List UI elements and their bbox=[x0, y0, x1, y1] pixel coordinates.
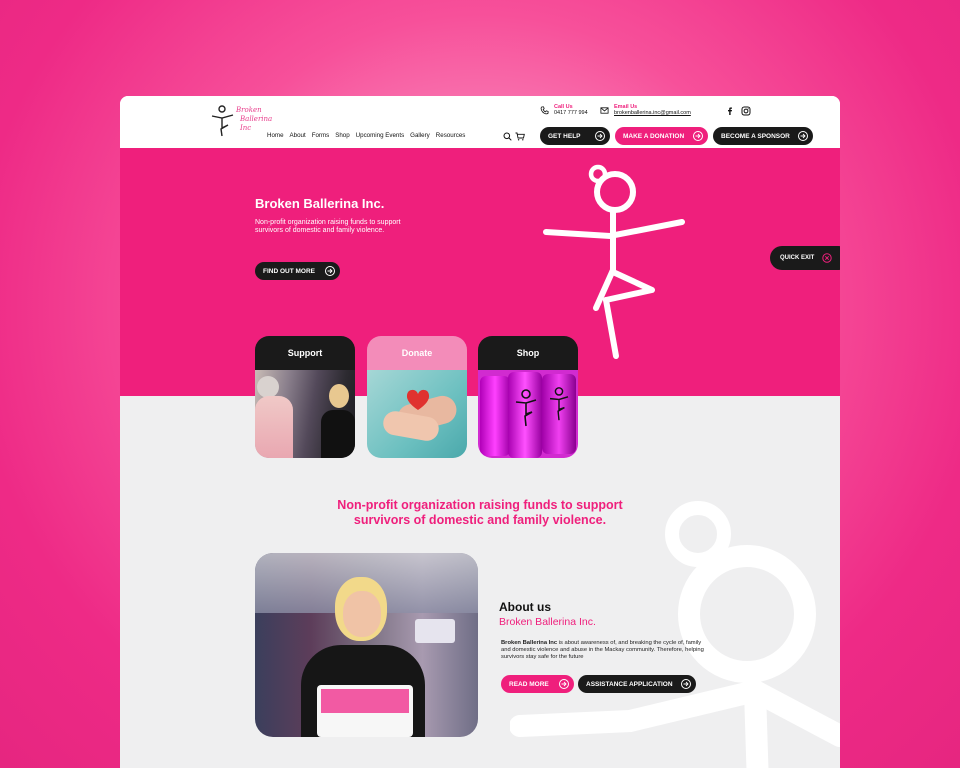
quick-exit-button[interactable]: QUICK EXIT bbox=[770, 246, 840, 270]
tagline-line-2: survivors of domestic and family violenc… bbox=[353, 513, 607, 527]
ballerina-logo-icon bbox=[211, 105, 234, 137]
shop-tile-label: Shop bbox=[478, 336, 578, 370]
about-body-bold: Broken Ballerina Inc bbox=[501, 640, 558, 646]
arrow-right-icon bbox=[681, 679, 691, 689]
call-us[interactable]: Call Us 0417 777 994 bbox=[540, 104, 588, 116]
nav-about[interactable]: About bbox=[290, 132, 306, 139]
mail-icon bbox=[600, 107, 609, 114]
cart-icon[interactable] bbox=[515, 132, 525, 141]
hero-subtitle: Non-profit organization raising funds to… bbox=[255, 219, 401, 234]
can-figure-icon bbox=[549, 387, 569, 421]
support-tile-label: Support bbox=[255, 336, 355, 370]
tagline: Non-profit organization raising funds to… bbox=[120, 498, 840, 528]
about-body: Broken Ballerina Inc is about awareness … bbox=[501, 640, 706, 661]
become-sponsor-button[interactable]: BECOME A SPONSOR bbox=[713, 127, 813, 145]
logo-word-2: Ballerina bbox=[240, 115, 273, 123]
logo-word-1: Broken bbox=[236, 106, 262, 114]
about-subtitle: Broken Ballerina Inc. bbox=[499, 616, 596, 628]
heart-icon bbox=[406, 389, 430, 410]
donate-tile[interactable]: Donate bbox=[367, 336, 467, 458]
assistance-application-label: ASSISTANCE APPLICATION bbox=[586, 680, 673, 688]
tagline-line-1: Non-profit organization raising funds to… bbox=[337, 498, 623, 512]
find-out-more-button[interactable]: FIND OUT MORE bbox=[255, 262, 340, 280]
support-photo bbox=[255, 370, 355, 458]
arrow-right-icon bbox=[595, 131, 605, 141]
website-card: Broken Ballerina Inc Home About Forms Sh… bbox=[120, 96, 840, 768]
read-more-button[interactable]: READ MORE bbox=[501, 675, 574, 693]
site-header: Broken Ballerina Inc Home About Forms Sh… bbox=[120, 96, 840, 148]
email-value[interactable]: brokenballerina.inc@gmail.com bbox=[614, 110, 691, 116]
make-donation-button[interactable]: MAKE A DONATION bbox=[615, 127, 708, 145]
become-sponsor-label: BECOME A SPONSOR bbox=[721, 132, 790, 140]
ballerina-watermark bbox=[510, 501, 840, 768]
nav-resources[interactable]: Resources bbox=[436, 132, 466, 139]
arrow-right-icon bbox=[559, 679, 569, 689]
find-out-more-label: FIND OUT MORE bbox=[263, 267, 315, 275]
nav-home[interactable]: Home bbox=[267, 132, 284, 139]
arrow-right-icon bbox=[693, 131, 703, 141]
nav-shop[interactable]: Shop bbox=[335, 132, 349, 139]
phone-icon bbox=[540, 106, 549, 115]
donate-photo bbox=[367, 370, 467, 458]
email-us[interactable]: Email Us brokenballerina.inc@gmail.com bbox=[600, 104, 691, 116]
about-title: About us bbox=[499, 600, 551, 614]
hero-title: Broken Ballerina Inc. bbox=[255, 196, 385, 211]
call-value[interactable]: 0417 777 994 bbox=[554, 110, 588, 116]
make-donation-label: MAKE A DONATION bbox=[623, 132, 685, 140]
instagram-icon[interactable] bbox=[741, 106, 751, 116]
quick-exit-label: QUICK EXIT bbox=[780, 255, 815, 261]
can-figure-icon bbox=[515, 389, 537, 427]
shop-tile[interactable]: Shop bbox=[478, 336, 578, 458]
arrow-right-icon bbox=[325, 266, 335, 276]
ballerina-figure-icon bbox=[543, 164, 685, 359]
get-help-button[interactable]: GET HELP bbox=[540, 127, 610, 145]
arrow-right-icon bbox=[798, 131, 808, 141]
assistance-application-button[interactable]: ASSISTANCE APPLICATION bbox=[578, 675, 696, 693]
nav-gallery[interactable]: Gallery bbox=[410, 132, 430, 139]
main-nav: Home About Forms Shop Upcoming Events Ga… bbox=[267, 132, 471, 139]
support-tile[interactable]: Support bbox=[255, 336, 355, 458]
about-photo bbox=[255, 553, 478, 737]
close-circle-icon bbox=[822, 253, 832, 263]
donate-tile-label: Donate bbox=[367, 336, 467, 370]
nav-forms[interactable]: Forms bbox=[312, 132, 330, 139]
nav-upcoming-events[interactable]: Upcoming Events bbox=[356, 132, 405, 139]
facebook-icon[interactable] bbox=[726, 106, 734, 116]
logo-text: Broken Ballerina Inc bbox=[236, 106, 272, 133]
shop-photo bbox=[478, 370, 578, 458]
search-icon[interactable] bbox=[503, 132, 512, 141]
get-help-label: GET HELP bbox=[548, 132, 581, 140]
read-more-label: READ MORE bbox=[509, 680, 549, 688]
